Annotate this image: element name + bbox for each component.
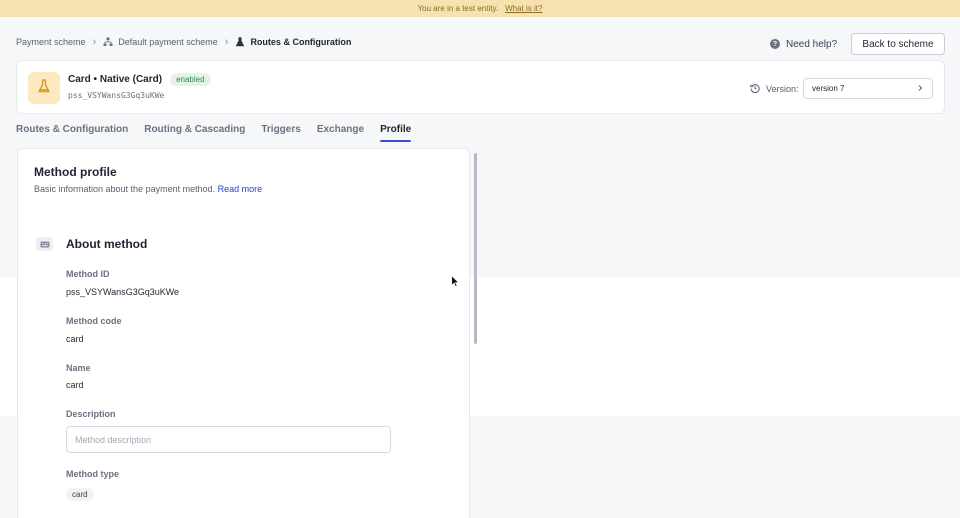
- chevron-right-icon: ›: [92, 35, 97, 48]
- version-value: version 7: [812, 84, 845, 93]
- chevron-right-icon: ›: [224, 35, 229, 48]
- question-icon: ?: [770, 39, 780, 49]
- description-input[interactable]: [66, 426, 391, 453]
- flask-icon: [235, 37, 245, 47]
- chevron-right-icon: [916, 84, 924, 94]
- tab-routing-cascading[interactable]: Routing & Cascading: [144, 124, 245, 142]
- description-label: Description: [66, 409, 116, 419]
- method-code-label: Method code: [66, 316, 122, 326]
- tab-routes-configuration[interactable]: Routes & Configuration: [16, 124, 128, 142]
- need-help-button[interactable]: ? Need help?: [770, 37, 837, 51]
- method-header-card: Card • Native (Card) enabled pss_VSYWans…: [16, 60, 945, 114]
- flask-icon: [37, 78, 51, 98]
- version-label: Version:: [766, 84, 799, 94]
- test-entity-banner: You are in a test entity. What is it?: [0, 0, 960, 17]
- page-title: Method profile: [34, 165, 117, 179]
- method-code-value: card: [66, 334, 84, 344]
- method-profile-card: Method profile Basic information about t…: [17, 148, 470, 518]
- read-more-link[interactable]: Read more: [218, 184, 263, 194]
- name-value: card: [66, 380, 84, 390]
- name-label: Name: [66, 363, 91, 373]
- mouse-cursor-icon: [451, 274, 460, 293]
- banner-text: You are in a test entity.: [417, 4, 499, 13]
- method-type-chip: card: [66, 488, 94, 501]
- method-title-row: Card • Native (Card) enabled: [68, 73, 211, 86]
- method-title: Card • Native (Card): [68, 74, 163, 85]
- tab-exchange[interactable]: Exchange: [317, 124, 364, 142]
- scrollbar[interactable]: [474, 153, 477, 344]
- what-is-it-link[interactable]: What is it?: [505, 4, 542, 13]
- version-label-row: Version:: [750, 83, 799, 95]
- breadcrumb-label: Payment scheme: [16, 37, 86, 47]
- version-select[interactable]: version 7: [803, 78, 933, 99]
- breadcrumb-label: Routes & Configuration: [250, 37, 352, 47]
- breadcrumb: Payment scheme › Default payment scheme …: [16, 35, 351, 49]
- breadcrumb-current: Routes & Configuration: [235, 37, 351, 47]
- tabs: Routes & Configuration Routing & Cascadi…: [16, 124, 412, 142]
- breadcrumb-payment-scheme[interactable]: Payment scheme: [16, 37, 86, 47]
- method-id-value: pss_VSYWansG3Gq3uKWe: [66, 287, 180, 297]
- method-id-label: Method ID: [66, 269, 110, 279]
- method-id-subtitle: pss_VSYWansG3Gq3uKWe: [68, 91, 165, 100]
- back-to-scheme-button[interactable]: Back to scheme: [851, 33, 945, 55]
- profile-subtitle: Basic information about the payment meth…: [34, 184, 262, 194]
- need-help-label: Need help?: [786, 38, 838, 50]
- hierarchy-icon: [103, 37, 113, 47]
- method-type-label: Method type: [66, 469, 119, 479]
- history-icon: [750, 83, 760, 95]
- breadcrumb-default-payment-scheme[interactable]: Default payment scheme: [103, 37, 218, 47]
- profile-subtitle-text: Basic information about the payment meth…: [34, 184, 216, 194]
- tab-profile[interactable]: Profile: [380, 124, 412, 142]
- section-title: About method: [66, 237, 148, 251]
- tab-triggers[interactable]: Triggers: [261, 124, 300, 142]
- keyboard-icon: [36, 237, 53, 251]
- breadcrumb-label: Default payment scheme: [118, 37, 218, 47]
- method-avatar: [28, 72, 60, 104]
- status-badge: enabled: [170, 73, 211, 86]
